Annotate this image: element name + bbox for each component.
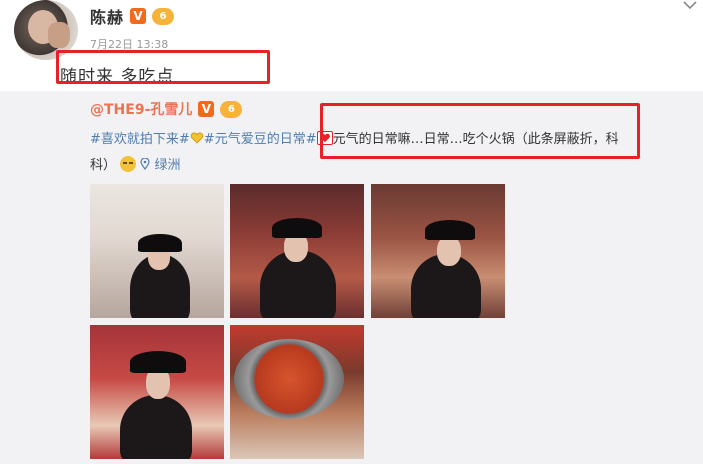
photo-thumbnail[interactable] bbox=[90, 184, 224, 318]
verified-badge-icon: V bbox=[198, 101, 215, 117]
location-link[interactable]: 绿洲 bbox=[154, 158, 180, 173]
person-figure bbox=[120, 395, 192, 459]
level-badge-icon: 6 bbox=[220, 100, 243, 118]
highlight-box-repost-text bbox=[320, 103, 640, 159]
level-badge-icon: 6 bbox=[152, 7, 175, 25]
yellow-heart-icon bbox=[190, 132, 204, 144]
photo-thumbnail-hotpot[interactable] bbox=[230, 325, 364, 459]
weibo-post: 陈赫 V 6 7月22日 13:38 随时来 多吃点 @THE9-孔雪儿 V 6… bbox=[0, 0, 703, 464]
author-row: 陈赫 V 6 bbox=[90, 4, 175, 28]
hat bbox=[138, 234, 182, 252]
hat bbox=[130, 351, 186, 373]
repost-author-name[interactable]: @THE9-孔雪儿 bbox=[90, 99, 192, 119]
person-face bbox=[437, 236, 461, 266]
photo-thumbnail[interactable] bbox=[90, 325, 224, 459]
hotpot bbox=[234, 339, 344, 419]
repost-card[interactable]: @THE9-孔雪儿 V 6 #喜欢就拍下来# #元气爱豆的日常# 元气的日常嘛…日常… bbox=[0, 91, 703, 464]
highlight-box-post-text bbox=[56, 50, 270, 84]
hat bbox=[272, 218, 322, 238]
repost-body-text-2: 科） bbox=[90, 158, 117, 173]
verified-badge-icon: V bbox=[130, 8, 147, 24]
photo-thumbnail[interactable] bbox=[230, 184, 364, 318]
avatar-hand bbox=[48, 22, 70, 48]
hat bbox=[425, 220, 475, 240]
chevron-down-icon[interactable] bbox=[683, 0, 697, 10]
location-pin-icon bbox=[140, 158, 150, 170]
repost-author-row: @THE9-孔雪儿 V 6 bbox=[90, 99, 243, 119]
photo-thumbnail[interactable] bbox=[371, 184, 505, 318]
author-name[interactable]: 陈赫 bbox=[90, 4, 124, 28]
hashtag-link[interactable]: #喜欢就拍下来# bbox=[90, 132, 190, 147]
hashtag-link[interactable]: #元气爱豆的日常# bbox=[204, 132, 317, 147]
emoji-face-icon bbox=[120, 156, 137, 172]
